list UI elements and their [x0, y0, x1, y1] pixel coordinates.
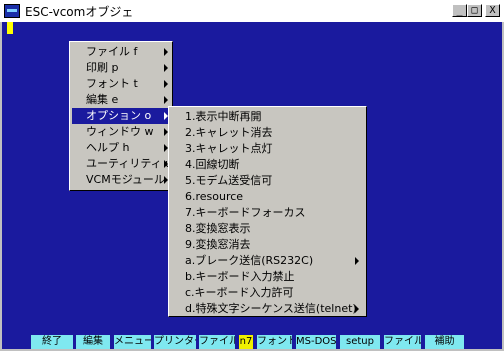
- function-key-button[interactable]: ファイル送: [384, 335, 421, 349]
- submenu-arrow-icon: [164, 96, 168, 104]
- submenu-item-label: 2.キャレット消去: [185, 126, 273, 139]
- submenu-item-label: 5.モデム送受信可: [185, 174, 273, 187]
- submenu-item-label: a.ブレーク送信(RS232C): [185, 254, 314, 267]
- submenu-item-label: b.キーボード入力禁止: [185, 270, 295, 283]
- submenu-item[interactable]: 7.キーボードフォーカス: [171, 205, 364, 221]
- function-key-button[interactable]: setup: [340, 335, 380, 349]
- function-key-button[interactable]: n7: [239, 335, 253, 349]
- maximize-button[interactable]: □: [467, 4, 482, 17]
- menu-item-label: ユーティリティ u: [86, 157, 173, 170]
- function-key-button[interactable]: メニュー: [114, 335, 151, 349]
- submenu-item-label: 4.回線切断: [185, 158, 240, 171]
- submenu-item-label: d.特殊文字シーケンス送信(telnet): [185, 302, 357, 315]
- submenu-item-label: 1.表示中断再開: [185, 110, 262, 123]
- menu-item-label: ウィンドウ w: [86, 125, 154, 138]
- menu-item[interactable]: 印刷 p: [72, 60, 170, 76]
- menu-item-label: 印刷 p: [86, 61, 119, 74]
- submenu-item[interactable]: 6.resource: [171, 189, 364, 205]
- menu-item[interactable]: ユーティリティ u: [72, 156, 173, 172]
- function-key-button[interactable]: 終了: [31, 335, 73, 349]
- app-window: ESC-vcomオブジェ _ □ X ファイル f 印刷 p フォント t 編集 e オ…: [0, 0, 504, 351]
- window-title: ESC-vcomオブジェ: [25, 5, 134, 19]
- submenu-item-label: 9.変換窓消去: [185, 238, 251, 251]
- menu-item-label: フォント t: [86, 77, 138, 90]
- menu-item[interactable]: ファイル f: [72, 44, 170, 60]
- function-key-button[interactable]: 編集: [76, 335, 110, 349]
- submenu-item[interactable]: 4.回線切断: [171, 157, 364, 173]
- function-key-button[interactable]: MS-DOS: [296, 335, 336, 349]
- app-icon[interactable]: [4, 4, 20, 18]
- function-key-button[interactable]: プリンター: [154, 335, 196, 349]
- submenu-item[interactable]: a.ブレーク送信(RS232C): [171, 253, 364, 269]
- options-submenu: 1.表示中断再開 2.キャレット消去 3.キャレット点灯 4.回線切断 5.モデム送受信…: [168, 106, 367, 317]
- submenu-arrow-icon: [355, 257, 359, 265]
- function-key-button[interactable]: 補助: [425, 335, 464, 349]
- function-key-button[interactable]: フォント: [257, 335, 292, 349]
- submenu-item[interactable]: 3.キャレット点灯: [171, 141, 364, 157]
- submenu-arrow-icon: [355, 305, 359, 313]
- submenu-arrow-icon: [164, 64, 168, 72]
- menu-item-label: ヘルプ h: [86, 141, 130, 154]
- function-key-button[interactable]: ファイル受: [199, 335, 235, 349]
- text-cursor: [7, 22, 13, 34]
- minimize-button[interactable]: _: [452, 4, 467, 17]
- menu-item-label: オプション o: [86, 109, 152, 122]
- submenu-item[interactable]: c.キーボード入力許可: [171, 285, 364, 301]
- menu-item[interactable]: 編集 e: [72, 92, 170, 108]
- submenu-item[interactable]: 9.変換窓消去: [171, 237, 364, 253]
- menu-item-label: VCMモジュール: [86, 173, 165, 186]
- submenu-item[interactable]: 8.変換窓表示: [171, 221, 364, 237]
- main-menu: ファイル f 印刷 p フォント t 編集 e オプション o ウィンドウ w ヘルプ h ユ…: [69, 41, 173, 191]
- submenu-arrow-icon: [164, 48, 168, 56]
- menu-item[interactable]: VCMモジュール: [72, 172, 170, 188]
- menu-item[interactable]: ウィンドウ w: [72, 124, 170, 140]
- close-button[interactable]: X: [485, 4, 500, 17]
- menu-item[interactable]: フォント t: [72, 76, 170, 92]
- submenu-item[interactable]: d.特殊文字シーケンス送信(telnet): [171, 301, 364, 317]
- submenu-item[interactable]: 2.キャレット消去: [171, 125, 364, 141]
- submenu-arrow-icon: [164, 80, 168, 88]
- submenu-item-label: c.キーボード入力許可: [185, 286, 294, 299]
- menu-item[interactable]: ヘルプ h: [72, 140, 170, 156]
- submenu-item[interactable]: 1.表示中断再開: [171, 109, 364, 125]
- menu-item-label: ファイル f: [86, 45, 138, 58]
- submenu-item-label: 7.キーボードフォーカス: [185, 206, 306, 219]
- submenu-item-label: 6.resource: [185, 190, 244, 203]
- submenu-item[interactable]: 5.モデム送受信可: [171, 173, 364, 189]
- submenu-item-label: 3.キャレット点灯: [185, 142, 273, 155]
- submenu-item-label: 8.変換窓表示: [185, 222, 251, 235]
- title-bar[interactable]: ESC-vcomオブジェ _ □ X: [0, 0, 504, 23]
- submenu-item[interactable]: b.キーボード入力禁止: [171, 269, 364, 285]
- menu-item[interactable]: オプション o: [72, 108, 170, 124]
- menu-item-label: 編集 e: [86, 93, 119, 106]
